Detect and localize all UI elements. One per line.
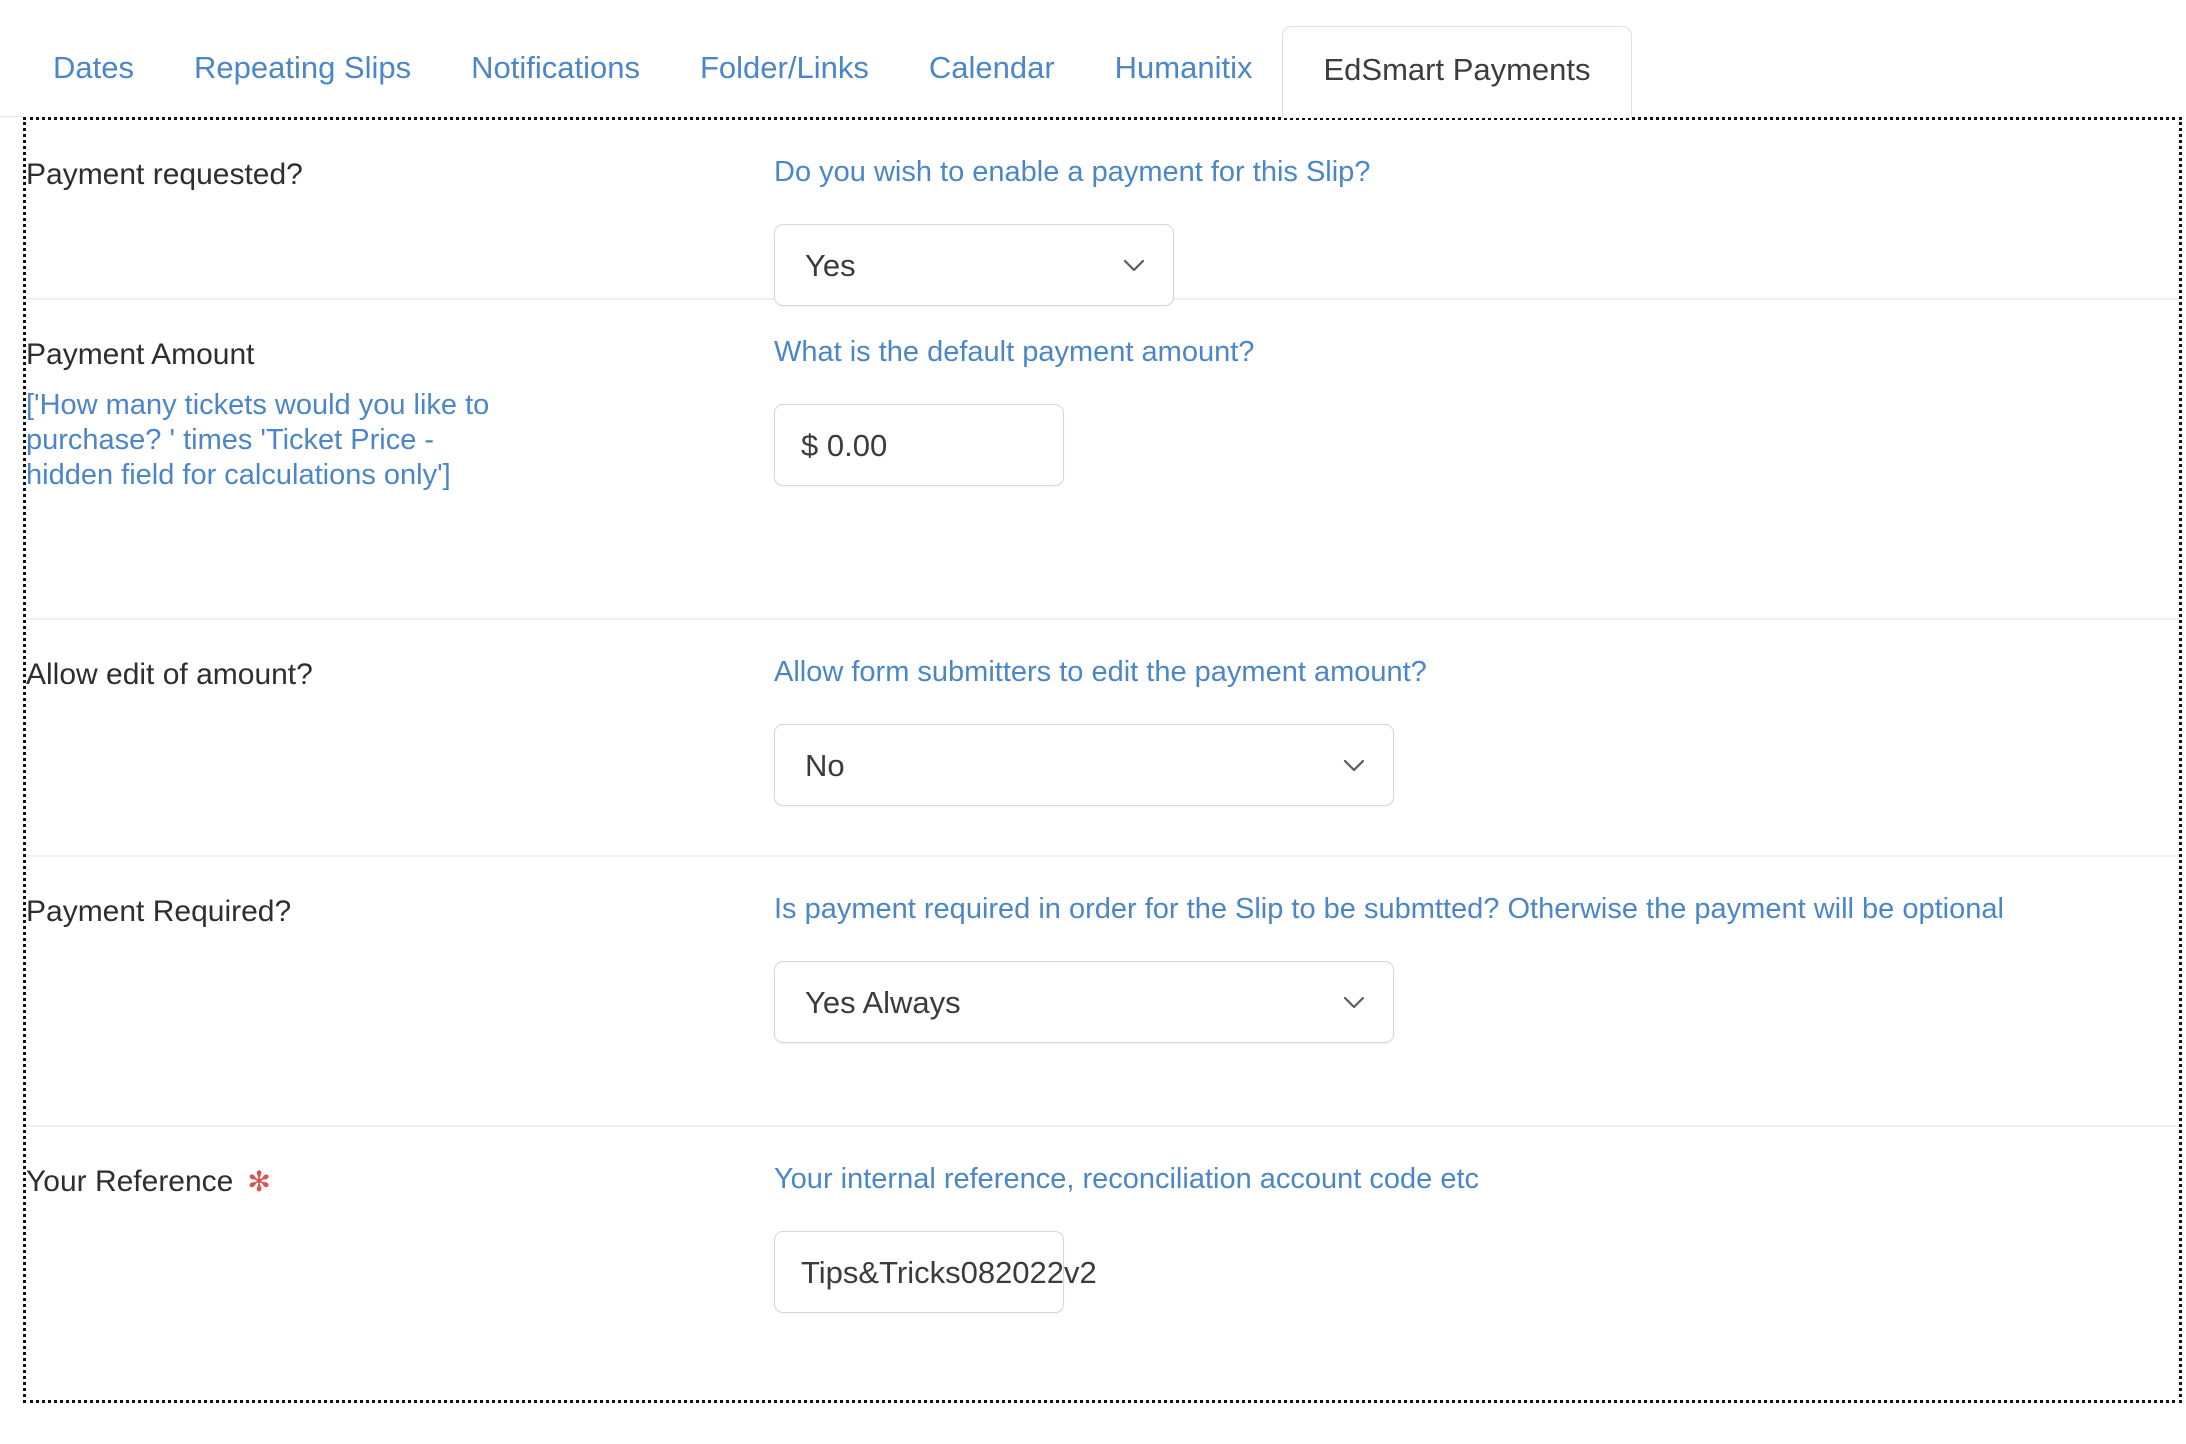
field-label-allow-edit: Allow edit of amount? [26,656,750,694]
help-text-payment-amount: What is the default payment amount? [774,336,1255,368]
field-cell-allow-edit: Allow form submitters to edit the paymen… [774,620,2179,807]
chevron-down-icon [1341,989,1367,1015]
select-value-allow-edit: No [805,747,845,783]
form-row-allow-edit: Allow edit of amount? Allow form submitt… [26,620,2179,857]
field-cell-payment-required: Is payment required in order for the Sli… [774,857,2179,1044]
field-label-payment-requested: Payment requested? [26,156,750,194]
field-label-text: Your Reference [26,1165,234,1198]
field-cell-payment-requested: Do you wish to enable a payment for this… [774,120,2179,307]
field-label-payment-amount: Payment Amount [26,336,750,374]
tab-humanitix[interactable]: Humanitix [1085,52,1283,117]
field-label-text: Payment requested? [26,158,303,191]
control-wrap-payment-amount: $ 0.00 [774,404,2179,487]
tab-repeating-slips[interactable]: Repeating Slips [164,52,441,117]
form-row-your-reference: Your Reference ✻ Your internal reference… [26,1127,2179,1400]
chevron-down-icon [1121,252,1147,278]
field-label-text: Allow edit of amount? [26,658,313,691]
field-cell-payment-amount: What is the default payment amount? $ 0.… [774,300,2179,487]
form-row-payment-required: Payment Required? Is payment required in… [26,857,2179,1127]
label-cell-allow-edit: Allow edit of amount? [26,620,774,694]
input-value-your-reference: Tips&Tricks082022v2 [801,1254,1097,1290]
tab-dates[interactable]: Dates [23,52,164,117]
chevron-down-icon [1341,752,1367,778]
tab-edsmart-payments[interactable]: EdSmart Payments [1282,26,1632,118]
input-your-reference[interactable]: Tips&Tricks082022v2 [774,1231,1097,1314]
control-wrap-payment-required: Yes Always [774,961,2179,1044]
label-cell-payment-required: Payment Required? [26,857,774,931]
field-label-payment-required: Payment Required? [26,893,750,931]
field-label-your-reference: Your Reference ✻ [26,1163,750,1201]
help-text-your-reference: Your internal reference, reconciliation … [774,1163,1480,1195]
form-row-payment-requested: Payment requested? Do you wish to enable… [26,120,2179,307]
select-payment-requested[interactable]: Yes [774,224,1174,307]
control-wrap-payment-requested: Yes [774,224,2179,307]
tab-calendar[interactable]: Calendar [899,52,1085,117]
edsmart-payments-panel: Payment requested? Do you wish to enable… [23,117,2182,1403]
field-cell-your-reference: Your internal reference, reconciliation … [774,1127,2179,1314]
select-allow-edit[interactable]: No [774,724,1394,807]
help-text-payment-required: Is payment required in order for the Sli… [774,893,2004,925]
required-asterisk-icon: ✻ [247,1166,271,1197]
label-cell-payment-amount: Payment Amount ['How many tickets would … [26,300,774,494]
field-label-text: Payment Required? [26,895,292,928]
field-label-text: Payment Amount [26,338,255,371]
help-text-allow-edit: Allow form submitters to edit the paymen… [774,656,1427,688]
field-formula-payment-amount: ['How many tickets would you like to pur… [26,388,490,492]
tab-bar: Dates Repeating Slips Notifications Fold… [0,0,2186,118]
form-row-payment-amount: Payment Amount ['How many tickets would … [26,300,2179,620]
control-wrap-allow-edit: No [774,724,2179,807]
input-value-payment-amount: $ 0.00 [801,427,888,463]
tab-folder-links[interactable]: Folder/Links [670,52,899,117]
select-payment-required[interactable]: Yes Always [774,961,1394,1044]
control-wrap-your-reference: Tips&Tricks082022v2 [774,1231,2179,1314]
select-value-payment-required: Yes Always [805,984,961,1020]
input-payment-amount[interactable]: $ 0.00 [774,404,1064,487]
help-text-payment-requested: Do you wish to enable a payment for this… [774,156,1371,188]
label-cell-your-reference: Your Reference ✻ [26,1127,774,1201]
tab-notifications[interactable]: Notifications [441,52,670,117]
select-value-payment-requested: Yes [805,247,856,283]
label-cell-payment-requested: Payment requested? [26,120,774,194]
